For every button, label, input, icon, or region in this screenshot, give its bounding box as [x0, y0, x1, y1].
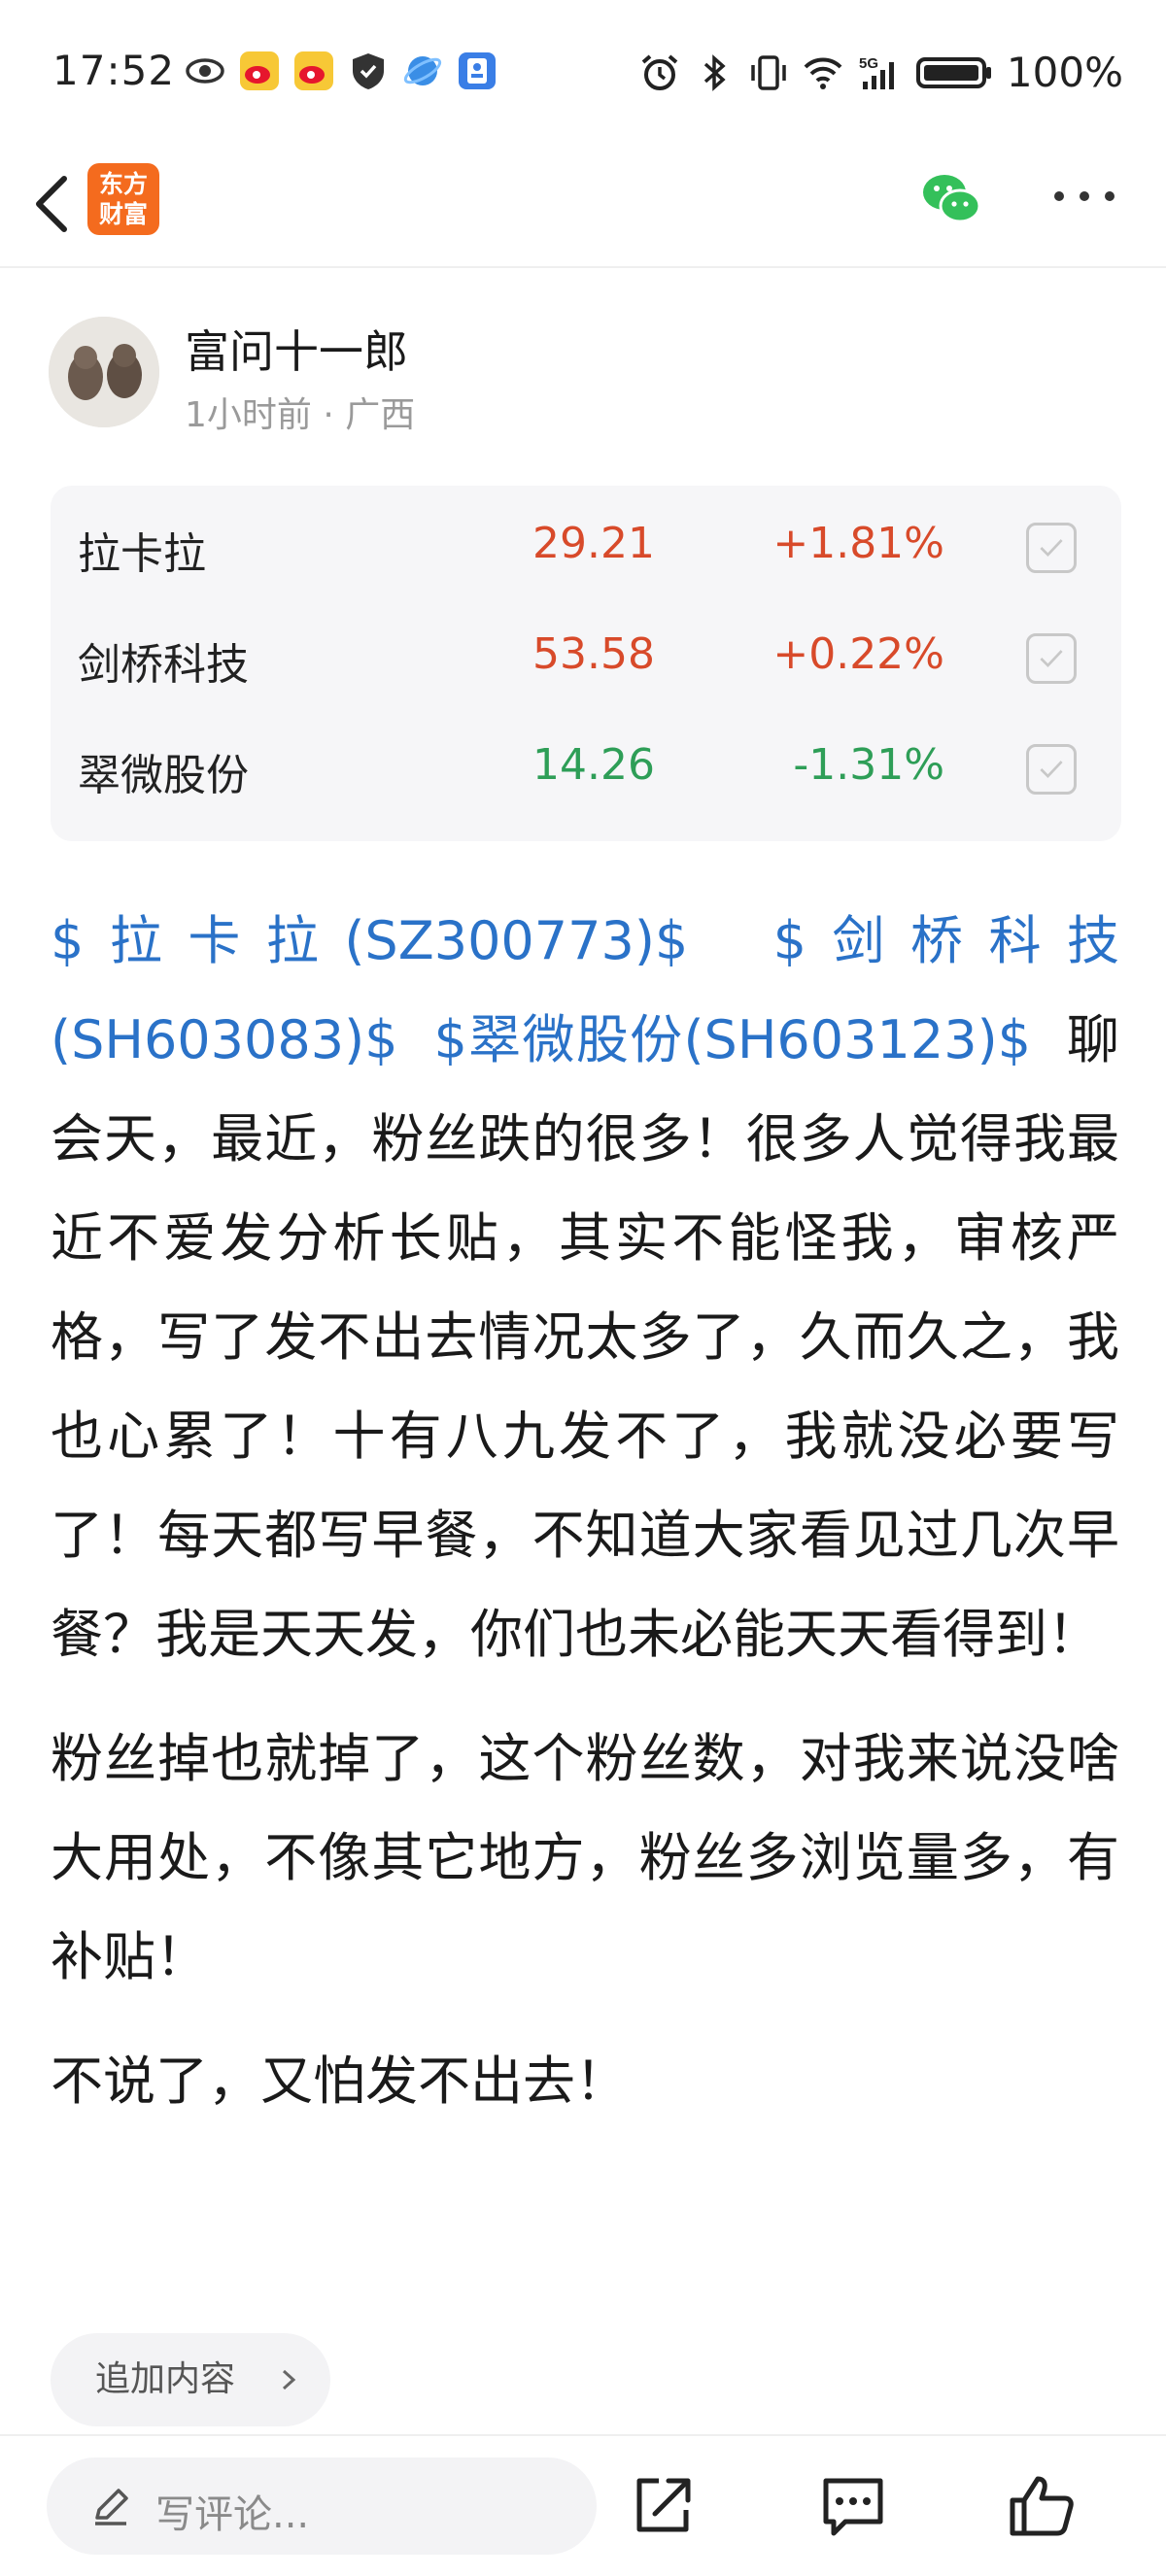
logo-text-line1: 东方	[98, 170, 148, 198]
logo-text-line2: 财富	[98, 200, 148, 228]
like-icon[interactable]	[1005, 2469, 1079, 2543]
share-icon[interactable]	[626, 2469, 700, 2543]
weibo-icon	[240, 51, 279, 90]
comment-placeholder: 写评论...	[155, 2492, 310, 2537]
add-content-button[interactable]: 追加内容	[51, 2333, 330, 2426]
status-icons-left	[185, 51, 497, 91]
stock-price: 29.21	[532, 519, 655, 568]
wifi-icon	[804, 57, 842, 89]
post-meta: 1小时前 · 广西	[185, 395, 416, 435]
checkbox-icon[interactable]	[1026, 523, 1077, 573]
stock-name: 拉卡拉	[78, 529, 206, 579]
stock-change: -1.31%	[793, 740, 944, 790]
weibo-icon	[294, 51, 333, 90]
bottom-bar: 写评论...	[0, 2434, 1166, 2576]
stock-name: 剑桥科技	[78, 640, 249, 690]
comment-input[interactable]: 写评论...	[47, 2457, 597, 2555]
comment-icon[interactable]	[816, 2469, 890, 2543]
eye-icon	[186, 58, 224, 84]
post-paragraph: $拉卡拉(SZ300773)$ $剑桥科技(SH603083)$ $翠微股份(S…	[51, 892, 1119, 1684]
app-logo: 东方 财富	[87, 163, 159, 235]
post-paragraph: 不说了，又怕发不出去！	[51, 2051, 628, 2112]
pencil-icon	[95, 2489, 128, 2525]
stock-row[interactable]: 剑桥科技 53.58 +0.22%	[51, 600, 1121, 711]
bluetooth-icon	[703, 53, 726, 91]
checkbox-icon[interactable]	[1026, 744, 1077, 795]
status-bar: 17:52 5G 100%	[0, 0, 1166, 146]
checkbox-icon[interactable]	[1026, 633, 1077, 684]
id-card-icon	[459, 52, 496, 89]
wechat-share-icon[interactable]	[917, 165, 985, 233]
stock-price: 53.58	[532, 629, 655, 679]
avatar[interactable]	[49, 317, 159, 427]
avatar-image	[49, 317, 159, 427]
stock-price: 14.26	[532, 740, 655, 790]
shield-icon	[353, 53, 384, 89]
stock-change: +1.81%	[772, 519, 944, 568]
stock-change: +0.22%	[772, 629, 944, 679]
stock-row[interactable]: 拉卡拉 29.21 +1.81%	[51, 490, 1121, 600]
chevron-right-icon	[282, 2369, 296, 2390]
signal-5g-icon: 5G	[859, 55, 894, 89]
alarm-icon	[641, 53, 678, 90]
back-arrow-icon[interactable]	[23, 165, 91, 243]
battery-icon	[915, 56, 991, 88]
battery-percent: 100%	[1006, 49, 1123, 96]
post-body: $拉卡拉(SZ300773)$ $剑桥科技(SH603083)$ $翠微股份(S…	[51, 892, 1119, 2156]
vibrate-icon	[751, 54, 786, 90]
author-name[interactable]: 富问十一郎	[185, 317, 408, 381]
stock-row[interactable]: 翠微股份 14.26 -1.31%	[51, 711, 1121, 822]
browser-icon	[403, 56, 442, 85]
post-paragraph: 粉丝掉也就掉了，这个粉丝数，对我来说没啥大用处，不像其它地方，粉丝多浏览量多，有…	[51, 1728, 1119, 1987]
post-text: 聊会天，最近，粉丝跌的很多！很多人觉得我最近不爱发分析长贴，其实不能怪我，审核严…	[51, 1009, 1119, 1665]
stock-link-lakala[interactable]: $拉卡拉(SZ300773)$	[51, 910, 688, 971]
status-time: 17:52	[52, 47, 176, 94]
nav-bar: 东方 财富	[0, 146, 1166, 268]
add-content-label: 追加内容	[95, 2359, 236, 2399]
status-icons-right: 5G 100%	[639, 49, 1123, 96]
stock-link-cuiwei[interactable]: $翠微股份(SH603123)$	[434, 1009, 1032, 1070]
stock-name: 翠微股份	[78, 751, 249, 800]
more-options-icon[interactable]	[1047, 167, 1121, 225]
svg-text:5G: 5G	[859, 55, 878, 72]
stock-card: 拉卡拉 29.21 +1.81% 剑桥科技 53.58 +0.22% 翠微股份 …	[51, 486, 1121, 841]
